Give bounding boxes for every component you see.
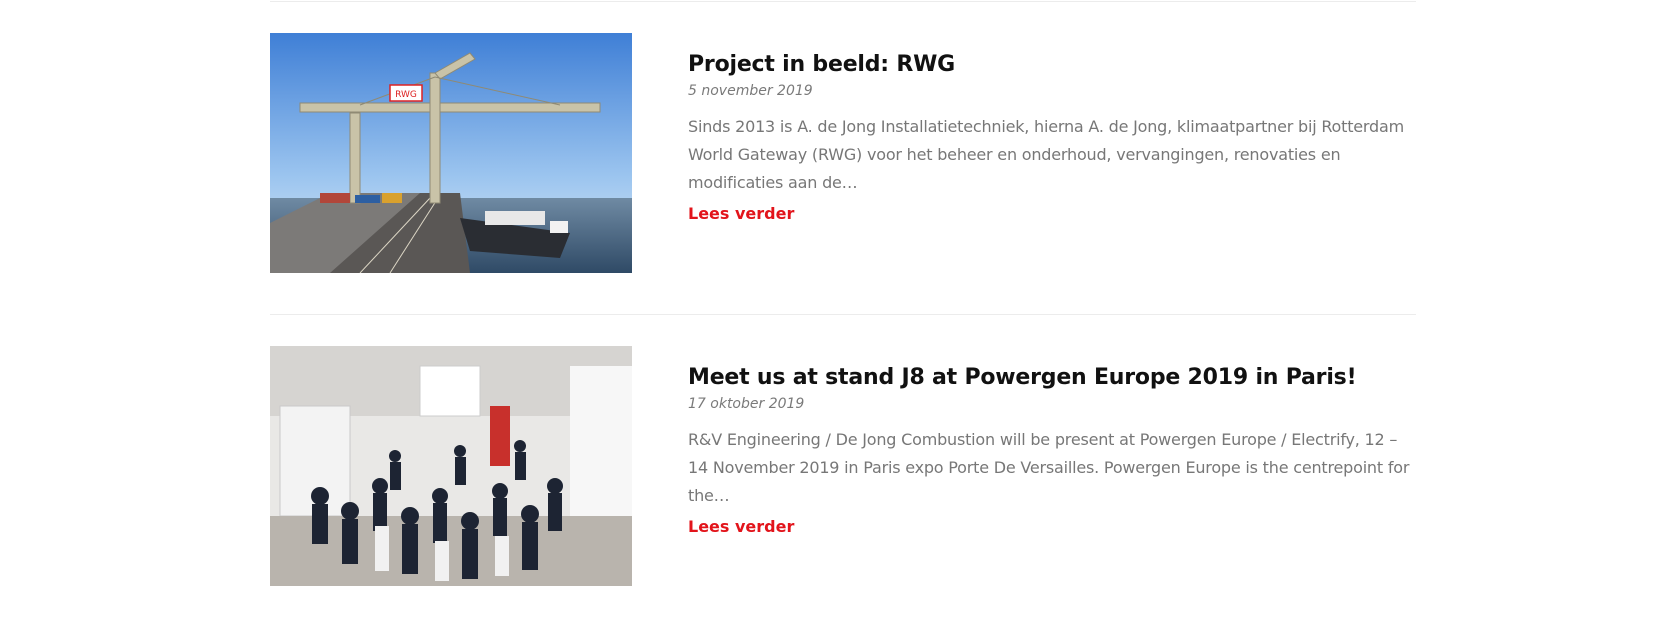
post-thumbnail-crane[interactable]: RWG: [270, 33, 632, 273]
read-more-link[interactable]: Lees verder: [688, 516, 794, 538]
post-title[interactable]: Meet us at stand J8 at Powergen Europe 2…: [688, 363, 1416, 393]
post-list: RWG Project in beeld: RWG 5 november 201…: [270, 0, 1416, 627]
post-item: RWG Project in beeld: RWG 5 november 201…: [270, 2, 1416, 314]
crane-port-image: RWG: [270, 33, 632, 273]
crane-sign-text: RWG: [395, 90, 417, 100]
post-title[interactable]: Project in beeld: RWG: [688, 50, 1416, 80]
post-date: 17 oktober 2019: [688, 396, 805, 412]
post-excerpt: Sinds 2013 is A. de Jong Installatietech…: [688, 117, 1404, 192]
post-content: Project in beeld: RWG 5 november 2019 Si…: [688, 50, 1416, 225]
read-more-link[interactable]: Lees verder: [688, 203, 794, 225]
post-thumbnail-expo[interactable]: [270, 346, 632, 586]
post-content: Meet us at stand J8 at Powergen Europe 2…: [688, 363, 1416, 538]
post-item: Meet us at stand J8 at Powergen Europe 2…: [270, 315, 1416, 627]
expo-crowd-image: [270, 346, 632, 586]
post-date: 5 november 2019: [688, 83, 813, 99]
post-excerpt: R&V Engineering / De Jong Combustion wil…: [688, 430, 1410, 505]
